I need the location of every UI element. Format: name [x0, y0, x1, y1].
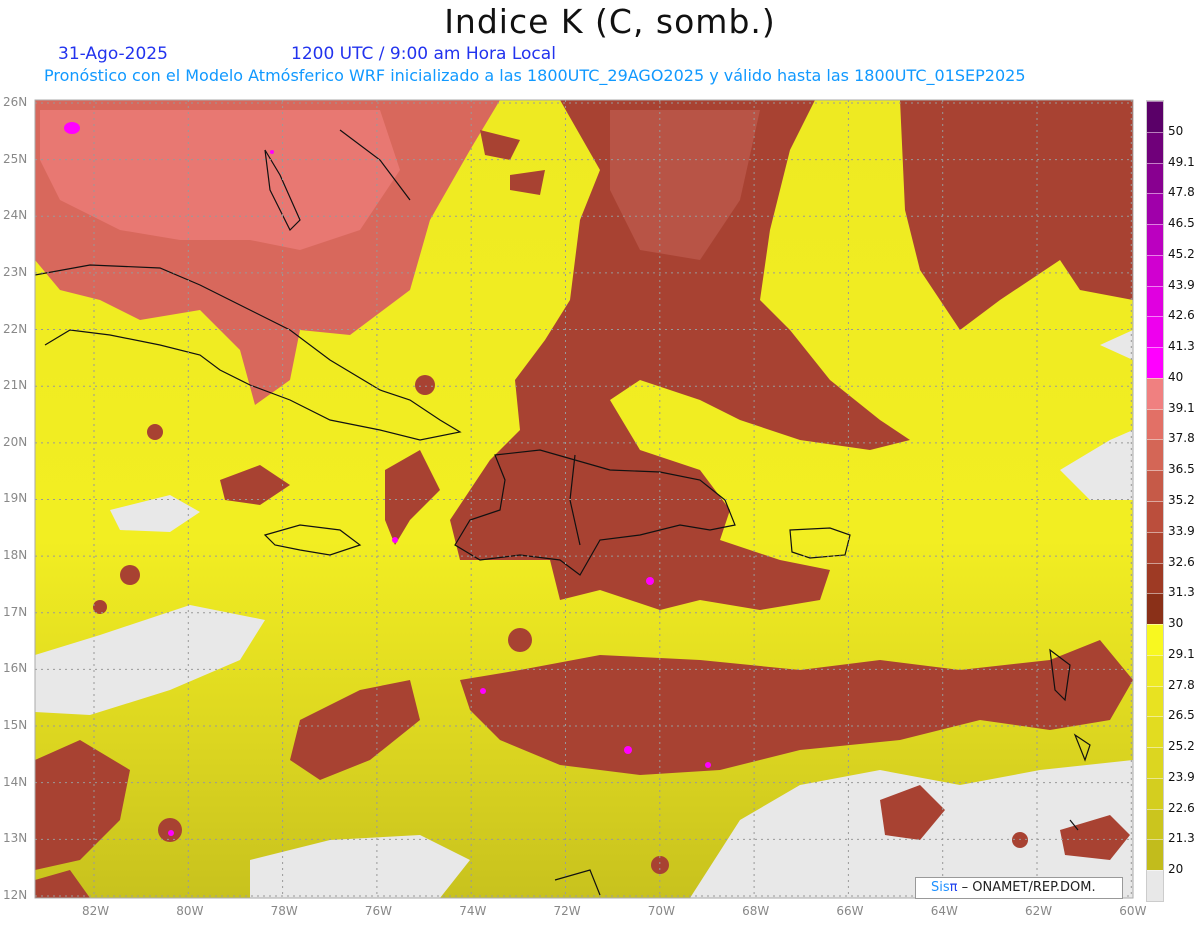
colorbar-bin — [1147, 193, 1163, 225]
colorbar-label: 45.2 — [1168, 246, 1195, 261]
lat-tick-label: 17N — [3, 604, 28, 619]
colorbar-label: 42.6 — [1168, 308, 1195, 323]
colorbar-label: 46.5 — [1168, 216, 1195, 231]
lon-tick-label: 60W — [1119, 904, 1147, 918]
lon-tick-label: 70W — [647, 904, 675, 918]
colorbar-bin — [1147, 624, 1163, 655]
colorbar-bin — [1147, 654, 1163, 686]
colorbar-bin — [1147, 839, 1163, 871]
lon-tick-label: 62W — [1025, 904, 1053, 918]
colorbar-label: 35.2 — [1168, 493, 1195, 507]
lat-tick-label: 19N — [3, 491, 28, 506]
colorbar-bin — [1147, 870, 1163, 901]
colorbar-bin — [1147, 501, 1163, 532]
colorbar-bin — [1147, 562, 1163, 594]
colorbar-bin — [1147, 347, 1163, 378]
colorbar-label: 39.1 — [1168, 400, 1195, 415]
colorbar-bin — [1147, 285, 1163, 317]
lat-tick-label: 21N — [3, 378, 28, 393]
colorbar-label: 20 — [1168, 862, 1184, 877]
colorbar-label: 50 — [1168, 123, 1184, 138]
lat-tick-label: 18N — [3, 548, 28, 563]
colorbar-label: 33.9 — [1168, 523, 1195, 538]
colorbar-label: 21.3 — [1168, 831, 1195, 846]
lat-tick-label: 16N — [3, 661, 28, 676]
lat-tick-label: 14N — [3, 774, 28, 789]
colorbar-bin — [1147, 716, 1163, 748]
colorbar-bin — [1147, 685, 1163, 717]
colorbar-bin — [1147, 747, 1163, 778]
lon-tick-label: 72W — [553, 904, 581, 918]
colorbar-label: 25.2 — [1168, 739, 1195, 754]
colorbar-bin — [1147, 593, 1163, 625]
lon-tick-label: 66W — [836, 904, 864, 918]
lat-tick-label: 20N — [3, 434, 28, 449]
colorbar-label: 49.1 — [1168, 154, 1195, 169]
colorbar-label: 27.8 — [1168, 677, 1195, 692]
lat-tick-label: 12N — [3, 887, 28, 902]
colorbar-label: 23.9 — [1168, 769, 1195, 784]
colorbar-label: 22.6 — [1168, 800, 1195, 815]
colorbar-label: 29.1 — [1168, 646, 1195, 661]
colorbar-label: 36.5 — [1168, 462, 1195, 477]
lat-tick-label: 26N — [3, 95, 28, 109]
credit-text: – ONAMET/REP.DOM. — [957, 880, 1096, 895]
colorbar — [1146, 100, 1164, 902]
lat-tick-label: 23N — [3, 264, 28, 279]
credit-box: Sisπ – ONAMET/REP.DOM. — [915, 877, 1123, 899]
colorbar-label: 47.8 — [1168, 185, 1195, 200]
lat-tick-label: 24N — [3, 208, 28, 223]
colorbar-label: 41.3 — [1168, 339, 1195, 354]
colorbar-bin — [1147, 162, 1163, 194]
credit-brand: Sis — [931, 880, 950, 895]
colorbar-bin — [1147, 316, 1163, 348]
lon-tick-label: 82W — [82, 904, 110, 918]
k-index-map — [34, 99, 1134, 899]
colorbar-label: 32.6 — [1168, 554, 1195, 569]
lon-tick-label: 78W — [270, 904, 298, 918]
lat-tick-label: 15N — [3, 718, 28, 733]
colorbar-bin — [1147, 131, 1163, 163]
colorbar-bin — [1147, 531, 1163, 563]
colorbar-label: 37.8 — [1168, 431, 1195, 446]
lon-tick-label: 74W — [459, 904, 487, 918]
lat-tick-label: 22N — [3, 321, 28, 336]
lon-tick-label: 80W — [176, 904, 204, 918]
lat-tick-label: 13N — [3, 831, 28, 846]
lon-tick-label: 68W — [742, 904, 770, 918]
lat-tick-label: 25N — [3, 151, 28, 166]
lon-tick-label: 64W — [930, 904, 958, 918]
colorbar-label: 43.9 — [1168, 277, 1195, 292]
colorbar-label: 40 — [1168, 369, 1184, 384]
colorbar-bin — [1147, 101, 1163, 132]
colorbar-bin — [1147, 470, 1163, 501]
colorbar-label: 30 — [1168, 616, 1184, 631]
colorbar-bin — [1147, 777, 1163, 809]
lon-tick-label: 76W — [364, 904, 393, 918]
colorbar-label: 31.3 — [1168, 585, 1195, 600]
colorbar-label: 26.5 — [1168, 708, 1195, 723]
colorbar-bin — [1147, 377, 1163, 409]
colorbar-bin — [1147, 408, 1163, 440]
colorbar-bin — [1147, 224, 1163, 255]
colorbar-bin — [1147, 808, 1163, 840]
colorbar-bin — [1147, 254, 1163, 286]
colorbar-bin — [1147, 439, 1163, 471]
